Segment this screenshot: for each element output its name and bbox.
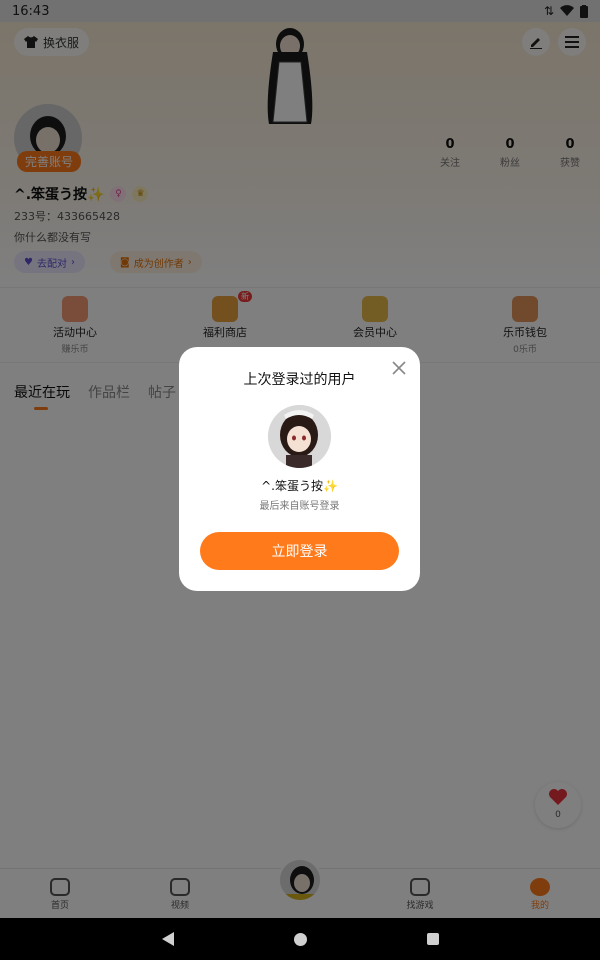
- dialog-avatar-illustration: [268, 405, 331, 468]
- system-nav-bar: [0, 918, 600, 960]
- last-login-dialog: 上次登录过的用户 ^.笨蛋う按✨ 最后来自账号登录 立即登录: [179, 347, 420, 591]
- close-icon[interactable]: [390, 359, 408, 377]
- back-icon[interactable]: [161, 932, 174, 946]
- login-now-button[interactable]: 立即登录: [200, 532, 399, 570]
- recents-icon[interactable]: [426, 933, 439, 945]
- home-icon[interactable]: [293, 932, 307, 946]
- dialog-username: ^.笨蛋う按✨: [261, 479, 338, 493]
- dialog-avatar: [268, 405, 331, 468]
- dialog-title: 上次登录过的用户: [243, 372, 356, 388]
- dialog-subtitle: 最后来自账号登录: [259, 501, 340, 512]
